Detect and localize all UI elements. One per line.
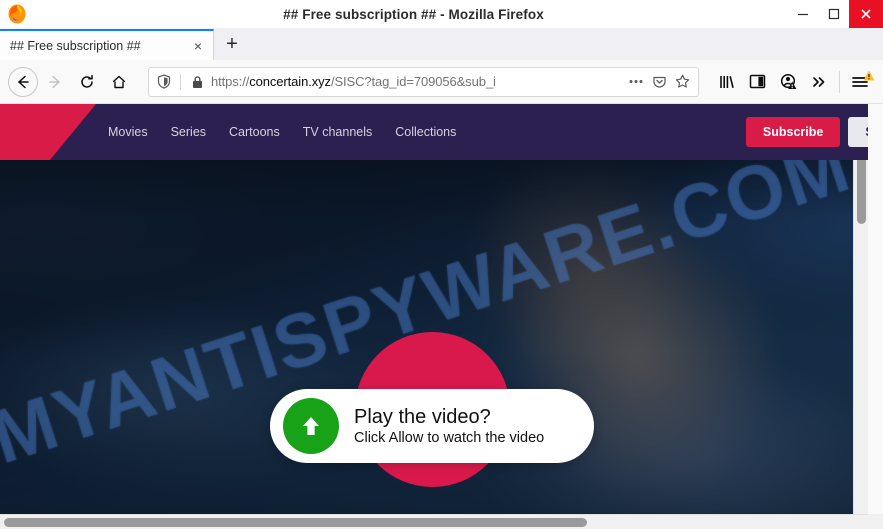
- web-page-content: MYANTISPYWARE.COM Movies Series Cartoons…: [0, 104, 868, 514]
- library-icon[interactable]: [711, 67, 741, 97]
- tab-close-icon[interactable]: ×: [189, 37, 207, 55]
- firefox-window: ## Free subscription ## - Mozilla Firefo…: [0, 0, 883, 529]
- scrollbar-corner: [868, 514, 883, 529]
- browser-tab[interactable]: ## Free subscription ## ×: [0, 29, 214, 60]
- update-warning-icon: [863, 68, 875, 86]
- site-header: Movies Series Cartoons TV channels Colle…: [0, 104, 868, 160]
- nav-item-series[interactable]: Series: [171, 125, 206, 139]
- sidebar-icon[interactable]: [742, 67, 772, 97]
- pocket-icon[interactable]: [648, 71, 670, 93]
- url-bar-actions: [625, 71, 693, 93]
- site-navigation: Movies Series Cartoons TV channels Colle…: [108, 125, 456, 139]
- account-warning-icon[interactable]: [773, 67, 803, 97]
- toolbar-divider: [839, 70, 840, 93]
- maximize-button[interactable]: [818, 0, 849, 28]
- new-tab-button[interactable]: +: [214, 29, 250, 60]
- nav-item-tv-channels[interactable]: TV channels: [303, 125, 372, 139]
- subscribe-button[interactable]: Subscribe: [745, 117, 841, 147]
- site-logo[interactable]: [0, 104, 96, 160]
- page-actions-icon[interactable]: [625, 71, 647, 93]
- close-button[interactable]: [849, 0, 883, 28]
- page-viewport: MYANTISPYWARE.COM Movies Series Cartoons…: [0, 104, 883, 529]
- tab-title: ## Free subscription ##: [10, 38, 141, 53]
- minimize-button[interactable]: [787, 0, 818, 28]
- padlock-icon[interactable]: [187, 75, 207, 89]
- window-title: ## Free subscription ## - Mozilla Firefo…: [283, 6, 544, 22]
- bookmark-star-icon[interactable]: [671, 71, 693, 93]
- home-button[interactable]: [104, 67, 134, 97]
- window-controls: [787, 0, 883, 28]
- push-notification-popup[interactable]: Play the video? Click Allow to watch the…: [270, 389, 594, 463]
- sign-in-button[interactable]: Sign in: [848, 117, 868, 147]
- firefox-logo-icon: [6, 3, 28, 25]
- url-divider: [180, 73, 181, 90]
- tab-strip: ## Free subscription ## × +: [0, 28, 883, 60]
- popup-title: Play the video?: [354, 405, 491, 428]
- back-button[interactable]: [8, 66, 38, 97]
- menu-button[interactable]: [845, 67, 875, 97]
- reload-button[interactable]: [72, 67, 102, 97]
- vertical-scrollbar[interactable]: [853, 104, 868, 514]
- tracking-protection-icon[interactable]: [154, 74, 174, 89]
- forward-button[interactable]: [40, 67, 70, 97]
- horizontal-scrollbar[interactable]: [0, 514, 883, 529]
- navigation-toolbar: https://concertain.xyz/SISC?tag_id=70905…: [0, 60, 883, 104]
- overflow-chevrons-icon[interactable]: [804, 67, 834, 97]
- url-bar[interactable]: https://concertain.xyz/SISC?tag_id=70905…: [148, 66, 699, 97]
- title-bar: ## Free subscription ## - Mozilla Firefo…: [0, 0, 883, 28]
- toolbar-icons: [711, 67, 875, 97]
- nav-item-cartoons[interactable]: Cartoons: [229, 125, 280, 139]
- horizontal-scrollbar-thumb[interactable]: [4, 518, 587, 527]
- nav-item-movies[interactable]: Movies: [108, 125, 148, 139]
- popup-subtitle: Click Allow to watch the video: [354, 429, 545, 446]
- header-actions: Subscribe Sign in: [745, 104, 868, 160]
- url-text[interactable]: https://concertain.xyz/SISC?tag_id=70905…: [211, 74, 621, 89]
- popup-text-block: Play the video? Click Allow to watch the…: [354, 406, 544, 447]
- up-arrow-icon: [283, 398, 339, 454]
- nav-item-collections[interactable]: Collections: [395, 125, 456, 139]
